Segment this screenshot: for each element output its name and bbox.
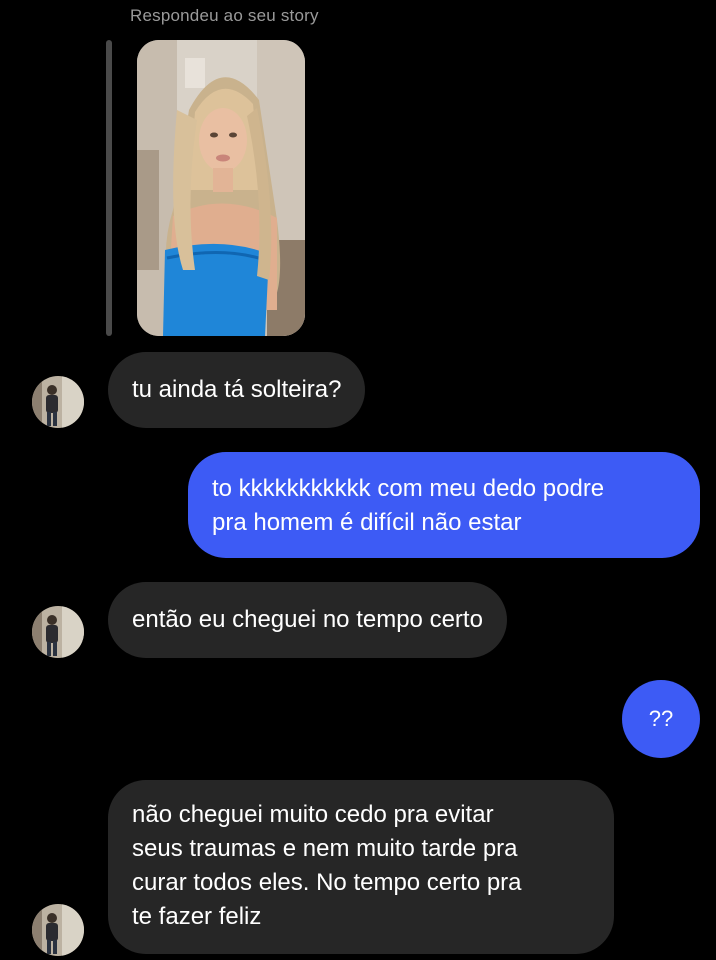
story-photo [137,40,305,336]
story-reply-indicator [106,40,112,336]
avatar-photo [32,904,84,956]
avatar[interactable] [32,904,84,956]
avatar-photo [32,376,84,428]
message-bubble-outgoing[interactable]: ?? [622,680,700,758]
story-reply-caption: Respondeu ao seu story [130,6,319,25]
avatar[interactable] [32,606,84,658]
message-bubble-outgoing[interactable]: to kkkkkkkkkkk com meu dedo podre pra ho… [188,452,700,558]
message-bubble-incoming[interactable]: não cheguei muito cedo pra evitar seus t… [108,780,614,954]
story-thumbnail[interactable] [137,40,305,336]
message-bubble-incoming[interactable]: tu ainda tá solteira? [108,352,366,428]
message-bubble-incoming[interactable]: então eu cheguei no tempo certo [108,582,507,658]
avatar-photo [32,606,84,658]
dm-conversation: Respondeu ao seu story tu ainda tá solte… [0,0,716,960]
avatar[interactable] [32,376,84,428]
